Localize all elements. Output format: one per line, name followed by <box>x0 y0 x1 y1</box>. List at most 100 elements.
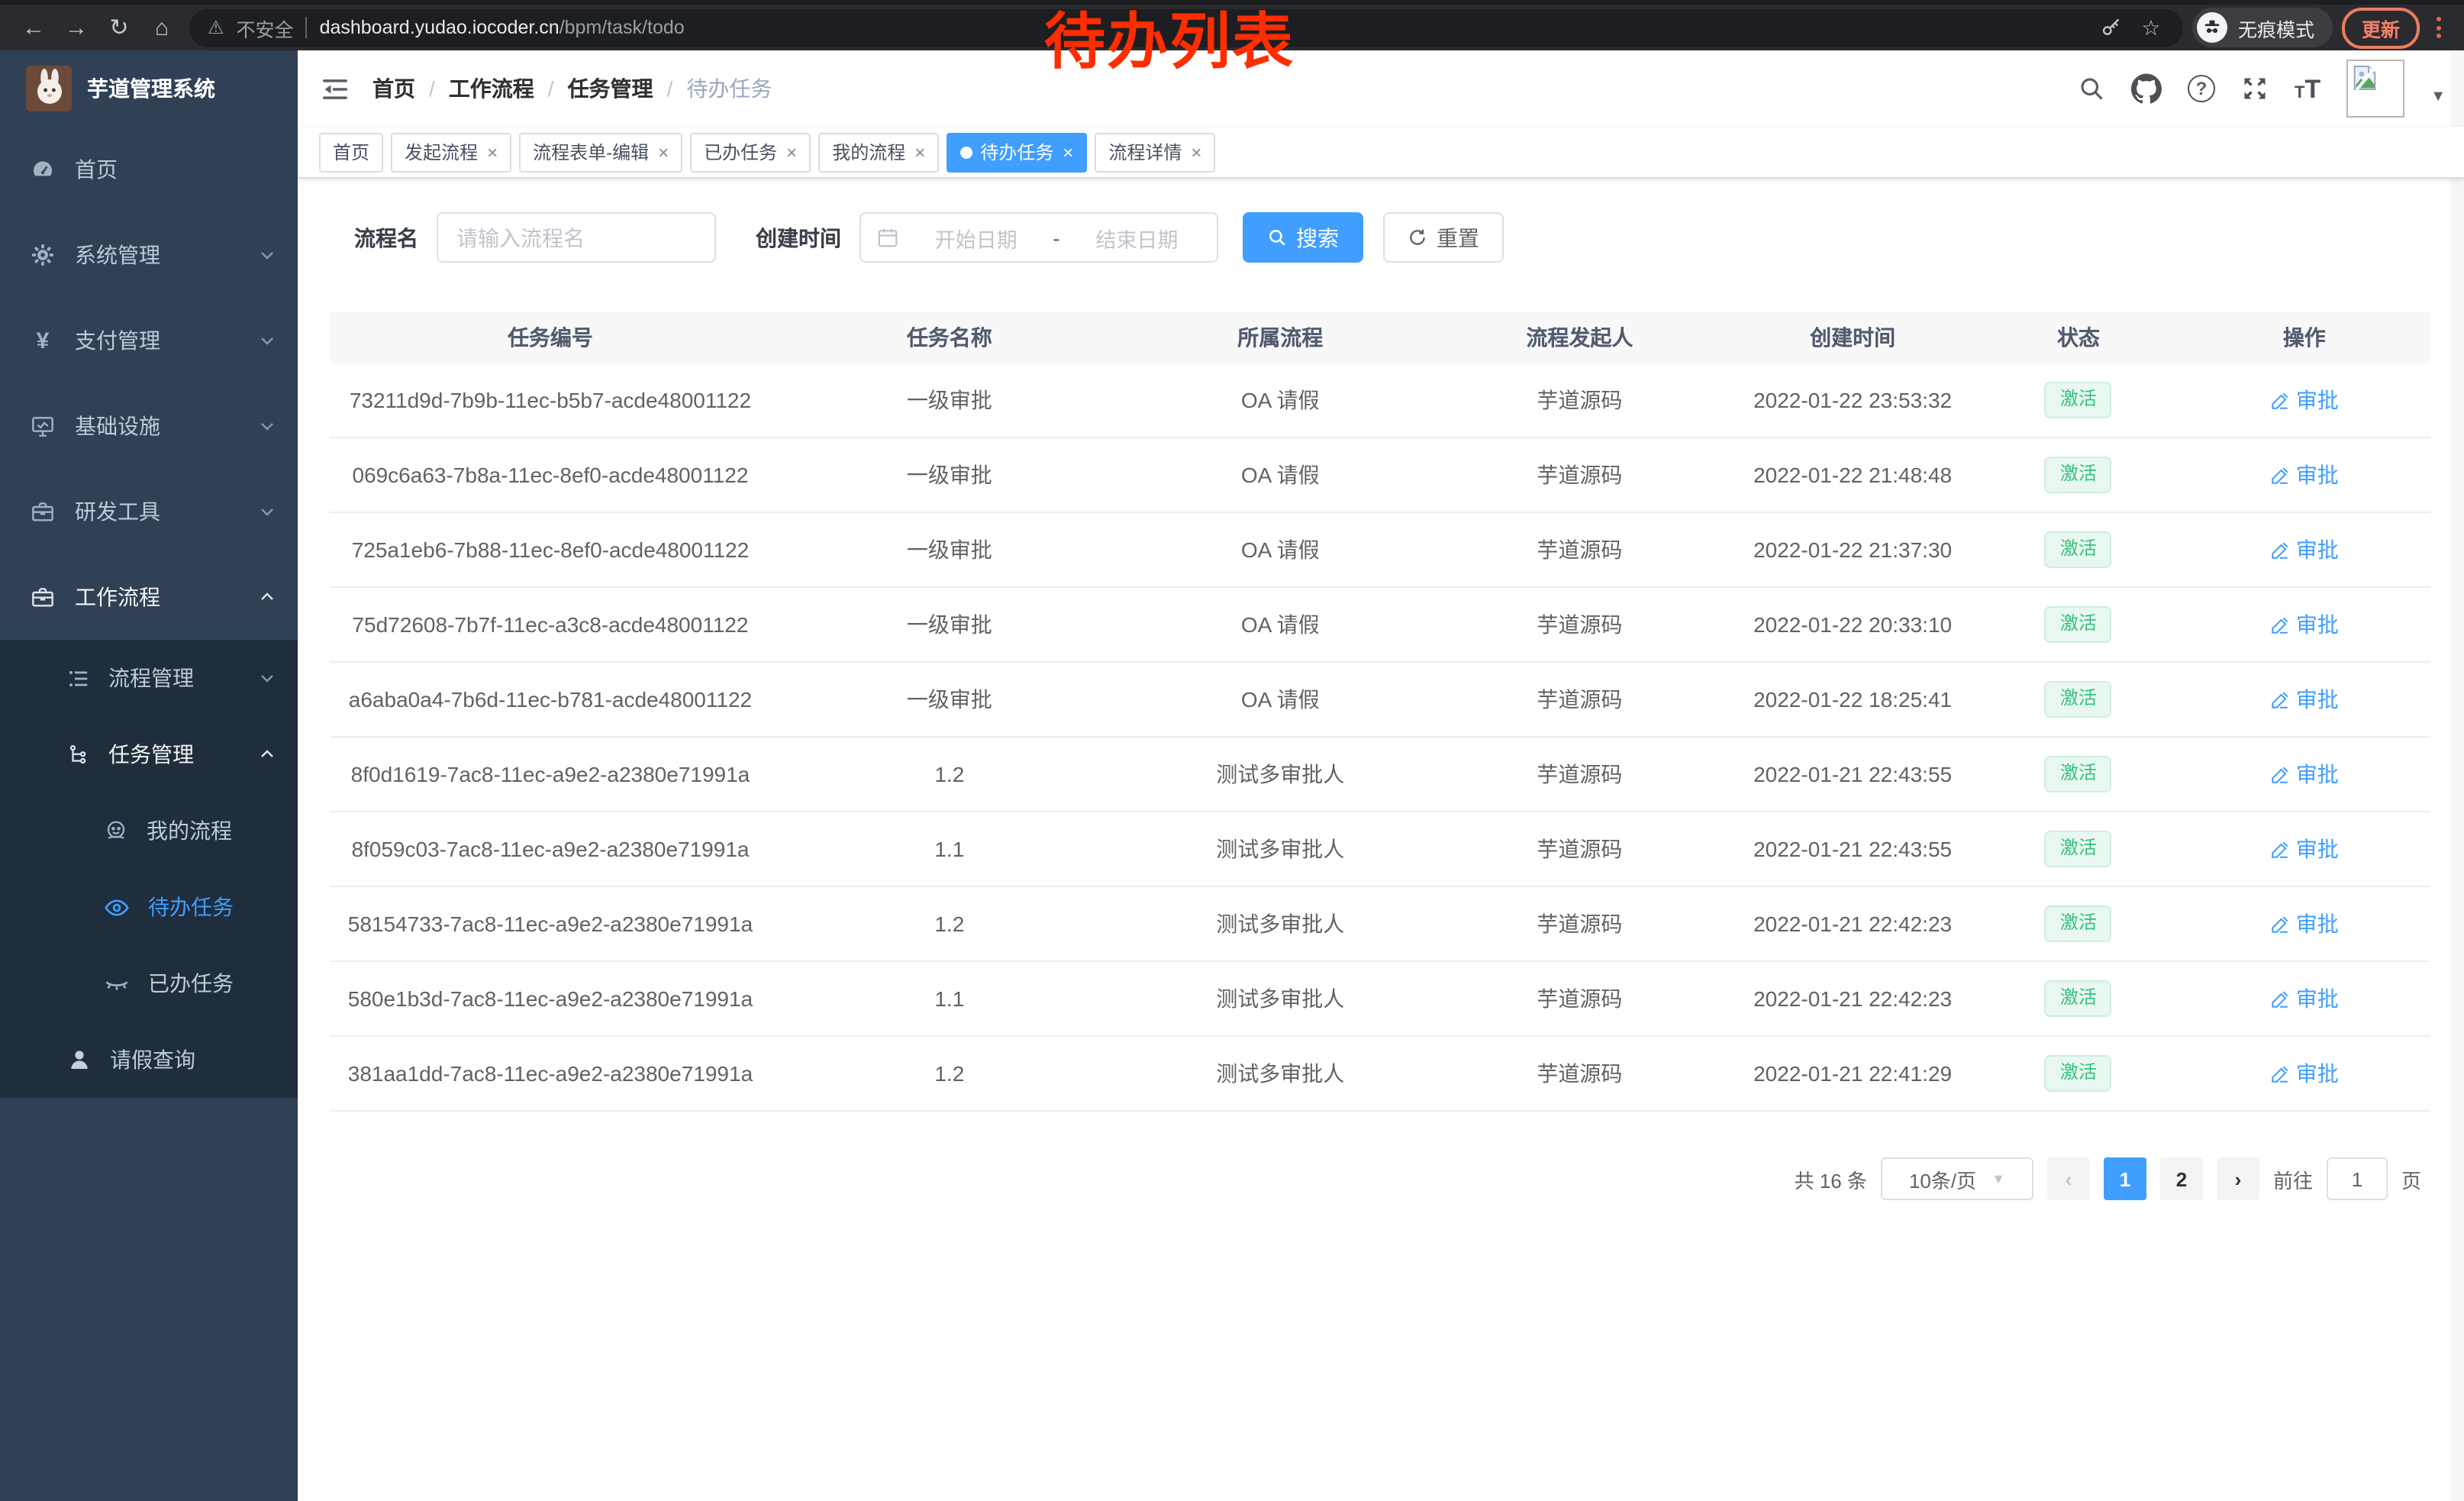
approve-button[interactable]: 审批 <box>2270 759 2339 789</box>
tab-home[interactable]: 首页 <box>319 132 383 172</box>
close-icon[interactable]: × <box>786 143 797 161</box>
sidebar-item-leave-query[interactable]: 请假查询 <box>0 1022 298 1098</box>
sidebar-item-task-mgmt[interactable]: 任务管理 <box>0 716 298 792</box>
status-badge: 激活 <box>2045 606 2112 642</box>
close-icon[interactable]: × <box>914 143 925 161</box>
cell-task-name: 一级审批 <box>771 512 1128 587</box>
start-date-placeholder: 开始日期 <box>911 222 1040 253</box>
sidebar-item-done-tasks[interactable]: 已办任务 <box>0 945 298 1022</box>
approve-button[interactable]: 审批 <box>2270 834 2339 864</box>
cell-task-id: 069c6a63-7b8a-11ec-8ef0-acde48001122 <box>330 437 771 512</box>
scrollbar[interactable] <box>2450 50 2464 1501</box>
app-logo-row[interactable]: 芋道管理系统 <box>0 50 298 127</box>
tab-process-detail[interactable]: 流程详情× <box>1095 132 1215 172</box>
tab-done-tasks[interactable]: 已办任务× <box>690 132 811 172</box>
close-icon[interactable]: × <box>658 143 669 161</box>
tab-todo-tasks[interactable]: 待办任务× <box>947 132 1087 172</box>
eye-icon <box>104 894 130 920</box>
password-key-icon[interactable] <box>2098 14 2125 41</box>
github-icon[interactable] <box>2131 73 2162 104</box>
sidebar-item-payment[interactable]: ¥ 支付管理 <box>0 298 298 383</box>
cell-create-time: 2022-01-21 22:43:55 <box>1727 812 1979 886</box>
cell-task-id: a6aba0a4-7b6d-11ec-b781-acde48001122 <box>330 662 771 737</box>
cell-task-name: 1.2 <box>771 886 1128 961</box>
chevron-up-icon <box>258 588 276 606</box>
sidebar-item-todo-tasks[interactable]: 待办任务 <box>0 869 298 945</box>
url-host: dashboard.yudao.iocoder.cn <box>320 17 560 38</box>
approve-button[interactable]: 审批 <box>2270 609 2339 640</box>
tab-process-form-edit[interactable]: 流程表单-编辑× <box>519 132 682 172</box>
fullscreen-icon[interactable] <box>2241 75 2269 102</box>
cell-starter: 芋道源码 <box>1433 961 1727 1036</box>
status-badge: 激活 <box>2045 382 2112 418</box>
calendar-icon <box>876 226 899 249</box>
search-icon[interactable] <box>2078 75 2105 102</box>
close-icon[interactable]: × <box>1063 143 1073 161</box>
workflow-submenu: 流程管理 任务管理 <box>0 640 298 1098</box>
search-button[interactable]: 搜索 <box>1243 212 1363 263</box>
update-button[interactable]: 更新 <box>2342 7 2420 48</box>
browser-menu-icon[interactable] <box>2429 17 2449 38</box>
yen-icon: ¥ <box>31 328 55 353</box>
date-range-picker[interactable]: 开始日期 - 结束日期 <box>859 212 1218 263</box>
sidebar-item-devtools[interactable]: 研发工具 <box>0 469 298 554</box>
sidebar-item-label: 已办任务 <box>148 968 276 999</box>
close-icon[interactable]: × <box>1191 143 1201 161</box>
page-size-select[interactable]: 10条/页 ▼ <box>1881 1157 2033 1200</box>
cell-actions: 审批 <box>2179 886 2430 961</box>
cell-task-name: 1.2 <box>771 737 1128 812</box>
forward-icon[interactable]: → <box>58 9 95 46</box>
breadcrumb-workflow[interactable]: 工作流程 <box>449 73 534 104</box>
col-process: 所属流程 <box>1128 311 1433 363</box>
sidebar-item-infra[interactable]: 基础设施 <box>0 383 298 469</box>
cell-actions: 审批 <box>2179 961 2430 1036</box>
help-icon[interactable]: ? <box>2188 75 2215 102</box>
sidebar-item-system[interactable]: 系统管理 <box>0 212 298 298</box>
approve-button[interactable]: 审批 <box>2270 534 2339 565</box>
font-size-icon[interactable]: TT <box>2295 76 2320 102</box>
cell-task-name: 1.1 <box>771 961 1128 1036</box>
reload-icon[interactable]: ↻ <box>101 9 137 46</box>
col-task-id: 任务编号 <box>330 311 771 363</box>
goto-page-input[interactable] <box>2327 1157 2388 1200</box>
prev-page-button[interactable]: ‹ <box>2047 1157 2090 1200</box>
close-icon[interactable]: × <box>487 143 498 161</box>
sidebar-item-workflow[interactable]: 工作流程 <box>0 554 298 640</box>
page-button-2[interactable]: 2 <box>2160 1157 2203 1200</box>
cell-process: 测试多审批人 <box>1128 812 1433 886</box>
page-button-1[interactable]: 1 <box>2104 1157 2146 1200</box>
approve-button[interactable]: 审批 <box>2270 909 2339 939</box>
cell-task-id: 75d72608-7b7f-11ec-a3c8-acde48001122 <box>330 587 771 662</box>
cell-create-time: 2022-01-21 22:42:23 <box>1727 961 1979 1036</box>
home-icon[interactable]: ⌂ <box>144 9 180 46</box>
approve-button[interactable]: 审批 <box>2270 1058 2339 1089</box>
sidebar-item-home[interactable]: 首页 <box>0 127 298 212</box>
sidebar-collapse-icon[interactable] <box>298 74 373 103</box>
bookmark-star-icon[interactable]: ☆ <box>2137 14 2165 41</box>
sidebar-item-label: 研发工具 <box>75 496 238 527</box>
next-page-button[interactable]: › <box>2217 1157 2259 1200</box>
approve-button[interactable]: 审批 <box>2270 983 2339 1014</box>
cell-create-time: 2022-01-22 23:53:32 <box>1727 363 1979 437</box>
breadcrumb-task-mgmt[interactable]: 任务管理 <box>568 73 653 104</box>
approve-button[interactable]: 审批 <box>2270 460 2339 490</box>
reset-button[interactable]: 重置 <box>1383 212 1504 263</box>
approve-button[interactable]: 审批 <box>2270 684 2339 715</box>
table-row: 8f059c03-7ac8-11ec-a9e2-a2380e71991a 1.1… <box>330 812 2430 886</box>
back-icon[interactable]: ← <box>15 9 52 46</box>
cell-create-time: 2022-01-21 22:43:55 <box>1727 737 1979 812</box>
process-name-input[interactable] <box>437 212 716 263</box>
browser-nav: ← → ↻ ⌂ <box>15 9 180 46</box>
cell-create-time: 2022-01-21 22:41:29 <box>1727 1036 1979 1111</box>
status-badge: 激活 <box>2045 681 2112 717</box>
caret-down-icon[interactable]: ▼ <box>2430 89 2446 105</box>
breadcrumb-home[interactable]: 首页 <box>373 73 415 104</box>
sidebar-item-my-process[interactable]: 我的流程 <box>0 792 298 869</box>
sidebar-item-process-mgmt[interactable]: 流程管理 <box>0 640 298 716</box>
navbar: 首页 / 工作流程 / 任务管理 / 待办任务 ? <box>298 50 2464 127</box>
avatar[interactable] <box>2346 60 2404 118</box>
tab-start-process[interactable]: 发起流程× <box>391 132 511 172</box>
approve-button[interactable]: 审批 <box>2270 385 2339 415</box>
tab-my-process[interactable]: 我的流程× <box>818 132 939 172</box>
active-dot <box>960 146 972 158</box>
